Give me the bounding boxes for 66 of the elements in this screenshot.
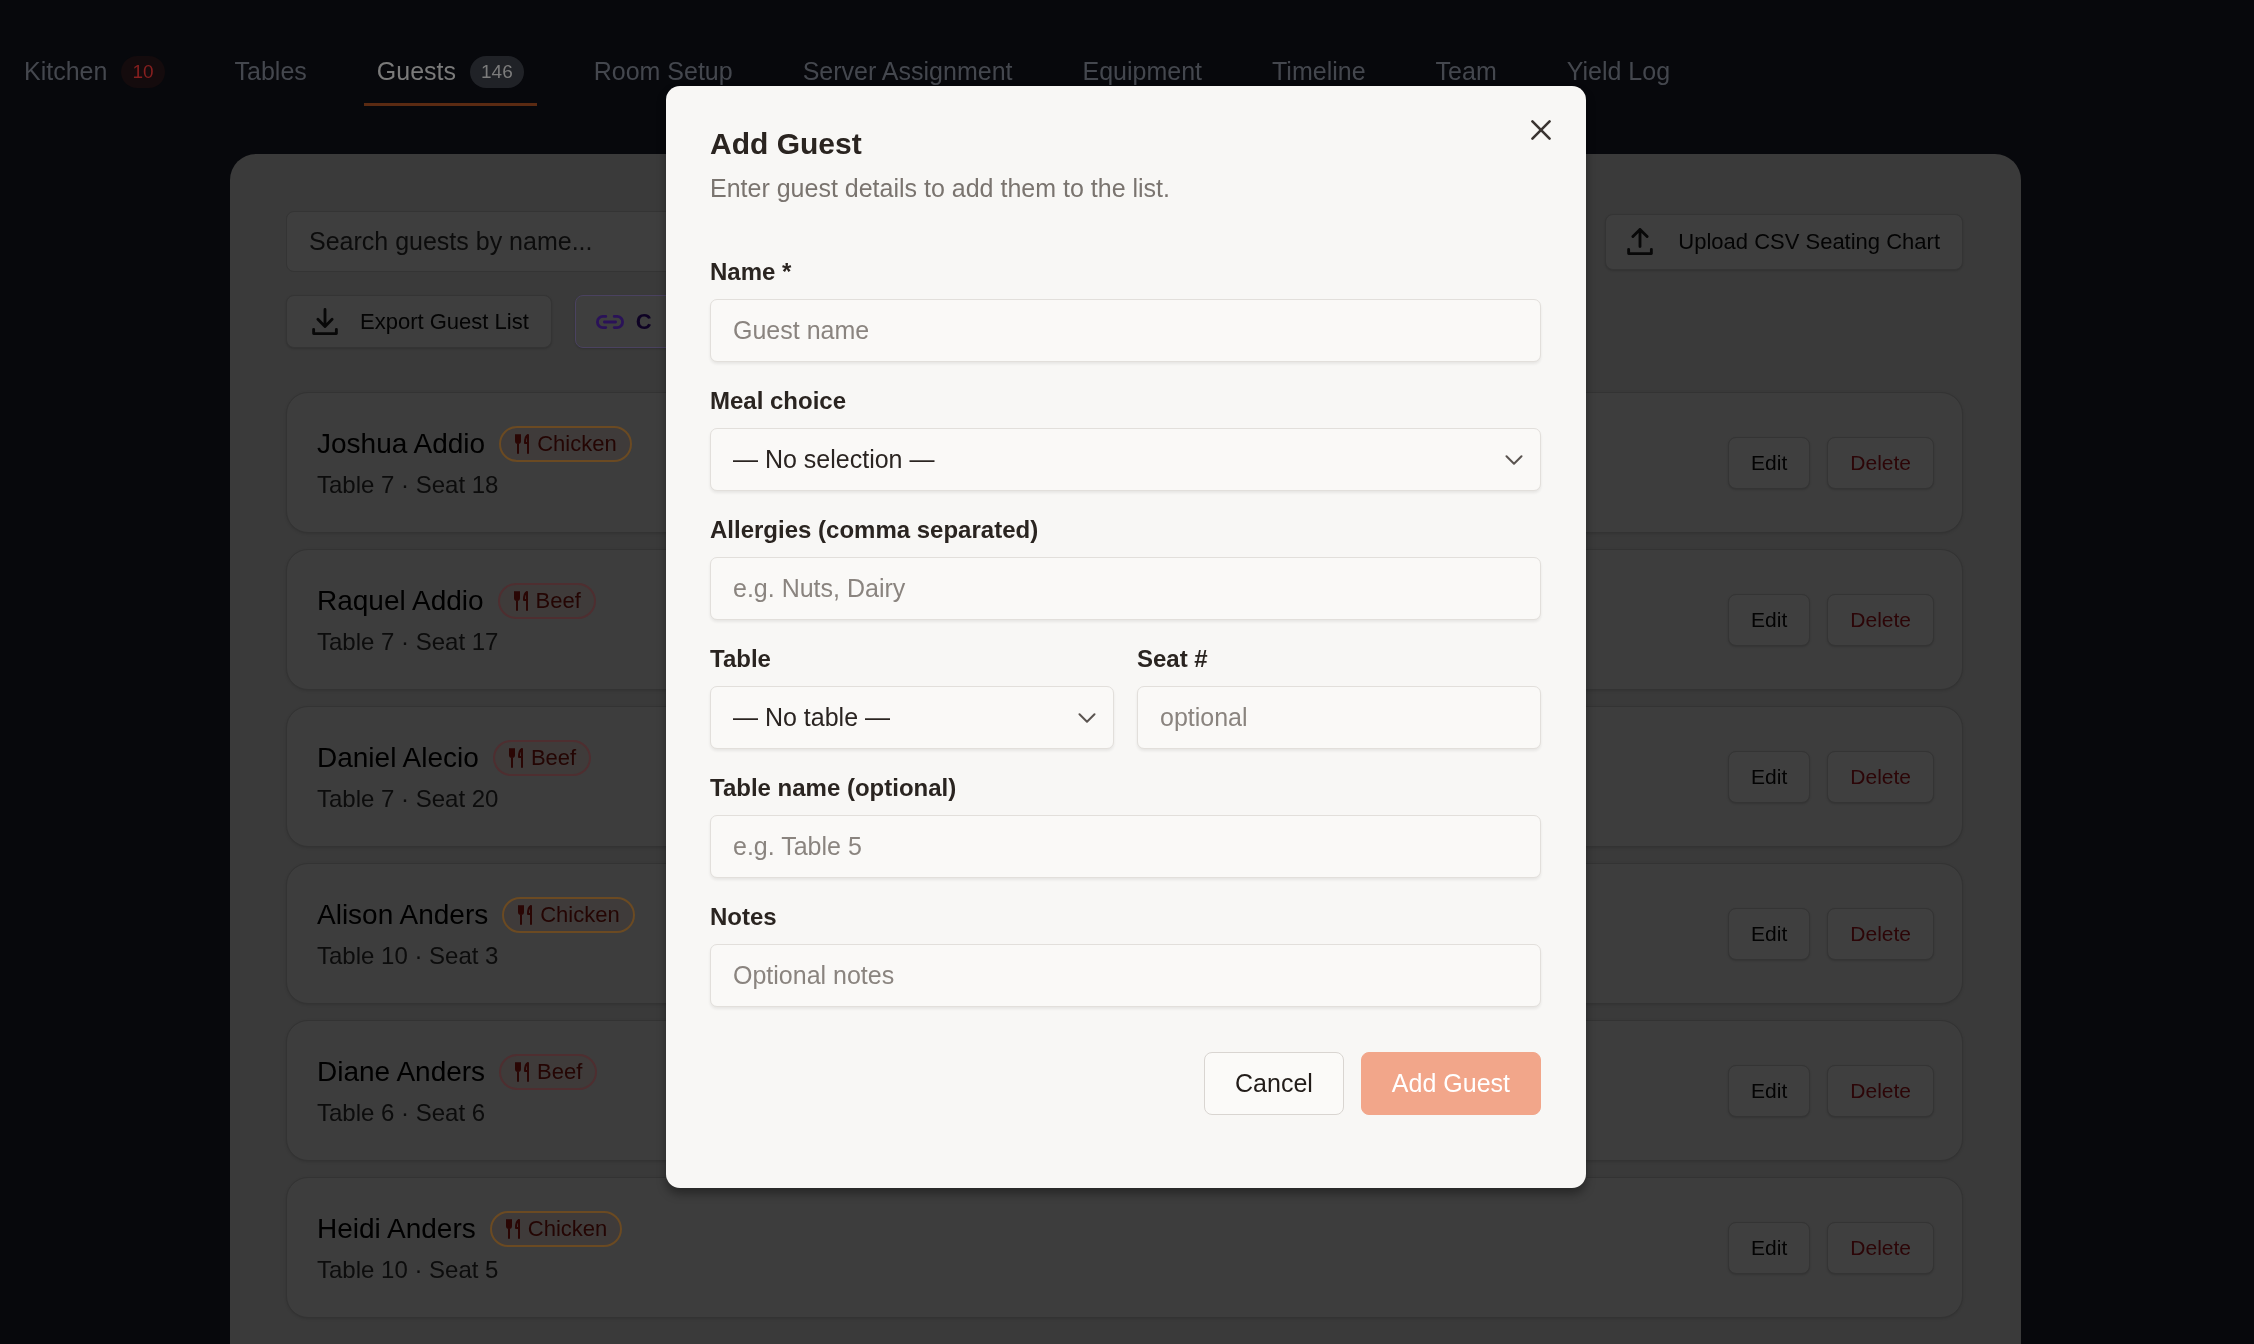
delete-button[interactable]: Delete xyxy=(1827,1064,1934,1117)
nav-tab[interactable]: Room Setup xyxy=(580,38,746,106)
field-label: Name * xyxy=(710,257,793,287)
guest-name: Alison Anders xyxy=(317,897,489,932)
nav-tab[interactable]: Guests 146 xyxy=(363,38,537,106)
count-badge: 146 xyxy=(470,55,524,88)
meal-label: Beef xyxy=(535,587,581,614)
utensils-icon xyxy=(508,747,523,768)
guest-name: Joshua Addio xyxy=(317,426,486,461)
input-field[interactable]: Guest name xyxy=(710,299,1541,362)
export-button[interactable]: Export Guest List xyxy=(286,295,552,348)
nav-tab[interactable]: Yield Log xyxy=(1553,38,1684,106)
utensils-icon xyxy=(513,590,528,611)
delete-button[interactable]: Delete xyxy=(1827,907,1934,960)
field-label: Seat # xyxy=(1137,644,1209,674)
select-field[interactable]: — No table — xyxy=(710,686,1114,749)
field-label: Meal choice xyxy=(710,386,848,416)
nav-tab[interactable]: Kitchen 10 xyxy=(11,38,178,106)
guest-name: Raquel Addio xyxy=(317,583,484,618)
utensils-icon xyxy=(515,1061,530,1082)
utensils-icon xyxy=(505,1218,520,1239)
delete-button[interactable]: Delete xyxy=(1827,593,1934,646)
meal-label: Chicken xyxy=(527,1215,608,1242)
delete-button[interactable]: Delete xyxy=(1827,750,1934,803)
download-icon xyxy=(312,308,338,335)
input-field[interactable]: Optional notes xyxy=(710,944,1541,1007)
edit-button[interactable]: Edit xyxy=(1728,1064,1811,1117)
chevron-down-icon xyxy=(1505,454,1523,465)
nav-tab[interactable]: Equipment xyxy=(1069,38,1216,106)
meal-label: Chicken xyxy=(537,430,617,457)
utensils-icon xyxy=(515,433,530,454)
meal-label: Beef xyxy=(530,744,577,771)
nav-tab[interactable]: Server Assignment xyxy=(789,38,1026,106)
guest-name: Heidi Anders xyxy=(317,1211,476,1246)
delete-button[interactable]: Delete xyxy=(1827,436,1934,489)
upload-icon xyxy=(1627,228,1654,255)
nav-tab[interactable]: Timeline xyxy=(1259,38,1379,106)
upload-button[interactable]: Upload CSV Seating Chart xyxy=(1605,213,1963,270)
cancel-button[interactable]: Cancel xyxy=(1204,1052,1344,1115)
close-icon xyxy=(1531,120,1551,140)
edit-button[interactable]: Edit xyxy=(1728,907,1811,960)
delete-button[interactable]: Delete xyxy=(1827,1221,1934,1274)
edit-button[interactable]: Edit xyxy=(1728,593,1811,646)
guest-name: Daniel Alecio xyxy=(317,740,479,775)
edit-button[interactable]: Edit xyxy=(1728,750,1811,803)
dialog-subtitle: Enter guest details to add them to the list. xyxy=(710,173,1171,203)
field-label: Allergies (comma separated) xyxy=(710,515,1040,545)
link-icon xyxy=(595,314,624,329)
input-field[interactable]: e.g. Nuts, Dairy xyxy=(710,557,1541,620)
guest-name: Diane Anders xyxy=(317,1054,486,1089)
field-label: Table name (optional) xyxy=(710,773,958,803)
select-field[interactable]: — No selection — xyxy=(710,428,1541,491)
nav-tab[interactable]: Team xyxy=(1422,38,1510,106)
edit-button[interactable]: Edit xyxy=(1728,436,1811,489)
utensils-icon xyxy=(518,904,533,925)
edit-button[interactable]: Edit xyxy=(1728,1221,1811,1274)
count-badge: 10 xyxy=(121,55,165,88)
field-label: Table xyxy=(710,644,772,674)
chevron-down-icon xyxy=(1078,712,1096,723)
input-field[interactable]: e.g. Table 5 xyxy=(710,815,1541,878)
input-field[interactable]: optional xyxy=(1137,686,1541,749)
dialog-title: Add Guest xyxy=(710,126,863,162)
nav-tab[interactable]: Tables xyxy=(221,38,320,106)
meal-label: Chicken xyxy=(540,901,620,928)
meal-label: Beef xyxy=(537,1058,583,1085)
field-label: Notes xyxy=(710,902,778,932)
